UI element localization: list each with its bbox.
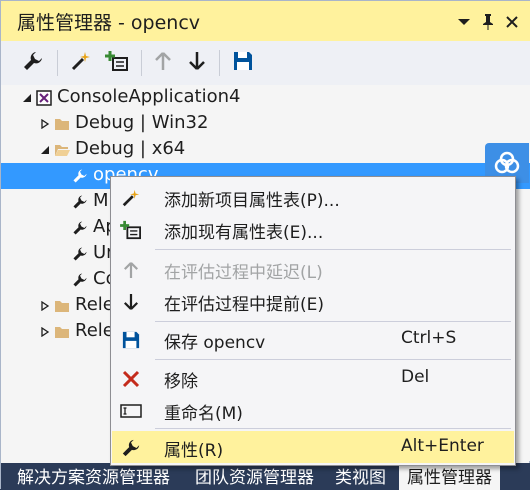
menu-item-add-existing-property-sheet[interactable]: 添加现有属性表(E)... xyxy=(112,213,514,245)
menu-item-rename[interactable]: 重命名(M) xyxy=(112,394,514,426)
add-new-property-sheet-button[interactable] xyxy=(67,49,95,77)
tree-item-debug-x64[interactable]: Debug | x64 xyxy=(1,137,530,163)
close-icon[interactable] xyxy=(501,11,523,33)
menu-item-label: 在评估过程中提前(E) xyxy=(164,295,325,315)
wrench-icon xyxy=(71,193,89,211)
tree-item-label: Rele xyxy=(75,294,114,315)
tab-team-explorer[interactable]: 团队资源管理器 xyxy=(187,466,322,490)
folder-icon xyxy=(53,115,71,133)
expand-triangle-icon[interactable] xyxy=(39,326,51,338)
menu-item-save[interactable]: 保存 opencv Ctrl+S xyxy=(112,323,514,355)
tree-item-label: Debug | Win32 xyxy=(75,112,209,133)
bottom-tab-bar: 解决方案资源管理器 团队资源管理器 类视图 属性管理器 xyxy=(1,463,530,490)
toolbar-separator xyxy=(57,50,58,76)
expand-triangle-icon[interactable] xyxy=(39,300,51,312)
save-button[interactable] xyxy=(229,49,257,77)
open-folder-icon xyxy=(53,141,71,159)
menu-separator xyxy=(155,249,511,250)
arrow-up-icon xyxy=(120,259,142,281)
wrench-icon xyxy=(71,219,89,237)
menu-item-shortcut: Ctrl+S xyxy=(401,328,457,348)
toolbar xyxy=(1,41,530,85)
collapse-triangle-icon[interactable] xyxy=(39,144,51,156)
menu-item-label: 添加新项目属性表(P)... xyxy=(164,191,340,211)
tree-item-label: ConsoleApplication4 xyxy=(57,86,241,107)
wand-icon xyxy=(70,50,92,77)
menu-separator xyxy=(155,359,511,360)
arrow-down-icon xyxy=(120,291,142,313)
tree-item-label: Rele xyxy=(75,320,114,341)
expand-triangle-icon[interactable] xyxy=(39,118,51,130)
tab-property-manager[interactable]: 属性管理器 xyxy=(399,466,500,490)
tree-item-project[interactable]: ConsoleApplication4 xyxy=(1,85,530,111)
move-down-button[interactable] xyxy=(183,49,211,77)
context-menu: 添加新项目属性表(P)... 添加现有属性表(E)... 在评估过程中延迟(L)… xyxy=(110,176,516,466)
toolbar-separator xyxy=(219,50,220,76)
arrow-up-icon xyxy=(154,51,172,76)
menu-item-label: 移除 xyxy=(164,372,198,392)
red-x-icon xyxy=(120,368,142,390)
floppy-icon xyxy=(120,329,142,351)
add-sheet-icon xyxy=(120,219,142,241)
folder-icon xyxy=(53,323,71,341)
menu-separator xyxy=(155,428,511,429)
menu-item-properties[interactable]: 属性(R) Alt+Enter xyxy=(112,431,514,463)
wrench-icon xyxy=(71,245,89,263)
add-existing-property-sheet-button[interactable] xyxy=(103,49,131,77)
menu-item-add-new-property-sheet[interactable]: 添加新项目属性表(P)... xyxy=(112,181,514,213)
menu-item-shortcut: Del xyxy=(401,367,430,387)
tree-item-label: M xyxy=(93,190,109,211)
menu-separator xyxy=(155,321,511,322)
menu-item-label: 在评估过程中延迟(L) xyxy=(164,263,323,283)
tab-solution-explorer[interactable]: 解决方案资源管理器 xyxy=(9,466,178,490)
tree-item-label: Debug | x64 xyxy=(75,138,186,159)
wrench-icon xyxy=(120,437,142,459)
menu-item-shortcut: Alt+Enter xyxy=(401,436,484,456)
wrench-icon xyxy=(22,50,44,77)
toolbar-separator xyxy=(141,50,142,76)
panel-title: 属性管理器 - opencv xyxy=(17,11,201,34)
wrench-icon xyxy=(71,271,89,289)
panel-title-bar: 属性管理器 - opencv xyxy=(1,1,530,41)
menu-item-label: 重命名(M) xyxy=(164,404,243,424)
menu-item-remove[interactable]: 移除 Del xyxy=(112,362,514,394)
menu-item-advance-evaluation[interactable]: 在评估过程中提前(E) xyxy=(112,285,514,317)
add-sheet-icon xyxy=(105,50,129,77)
menu-item-delay-evaluation[interactable]: 在评估过程中延迟(L) xyxy=(112,253,514,285)
rename-icon xyxy=(120,400,142,422)
pin-icon[interactable] xyxy=(477,11,499,33)
tab-class-view[interactable]: 类视图 xyxy=(327,466,394,490)
menu-item-label: 保存 opencv xyxy=(164,333,266,353)
wand-icon xyxy=(120,187,142,209)
folder-icon xyxy=(53,297,71,315)
arrow-down-icon xyxy=(188,51,206,76)
tree-item-debug-win32[interactable]: Debug | Win32 xyxy=(1,111,530,137)
collapse-triangle-icon[interactable] xyxy=(21,92,33,104)
menu-item-label: 添加现有属性表(E)... xyxy=(164,223,324,243)
wrench-icon xyxy=(71,167,89,185)
project-icon xyxy=(35,89,53,107)
move-up-button[interactable] xyxy=(149,49,177,77)
dropdown-arrow-icon[interactable] xyxy=(453,11,475,33)
menu-item-label: 属性(R) xyxy=(164,441,224,461)
properties-button[interactable] xyxy=(19,49,47,77)
floppy-icon xyxy=(233,51,253,76)
